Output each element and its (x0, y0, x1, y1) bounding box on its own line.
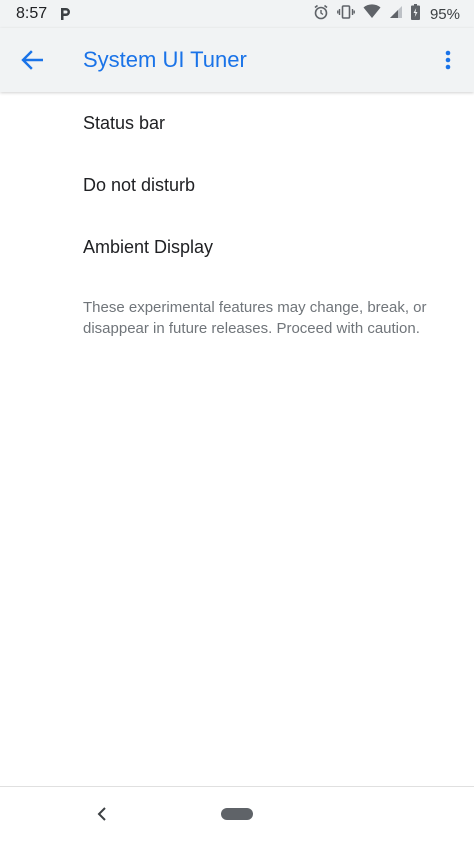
navigation-bar (0, 787, 474, 842)
warning-text: These experimental features may change, … (83, 299, 427, 337)
page-title: System UI Tuner (83, 47, 247, 72)
nav-back-icon (97, 807, 106, 821)
app-bar: System UI Tuner (0, 28, 474, 92)
settings-list: Status bar Do not disturb Ambient Displa… (0, 92, 474, 278)
list-item-status-bar[interactable]: Status bar (0, 92, 474, 154)
signal-icon (389, 5, 403, 24)
vibrate-icon (337, 4, 355, 25)
list-item-label: Status bar (83, 112, 166, 133)
more-vert-icon (445, 50, 451, 70)
list-item-label: Ambient Display (83, 236, 214, 257)
list-item-ambient-display[interactable]: Ambient Display (0, 216, 474, 278)
nav-home-pill[interactable] (221, 808, 253, 820)
wifi-icon (363, 4, 381, 24)
back-button[interactable] (16, 46, 48, 74)
battery-percent: 95% (429, 5, 460, 23)
arrow-back-icon (21, 50, 43, 70)
status-bar: 8:57 95% (0, 0, 474, 28)
parking-p-icon (59, 7, 71, 21)
list-item-label: Do not disturb (83, 174, 196, 195)
more-options-button[interactable] (438, 46, 458, 74)
status-time: 8:57 (16, 5, 48, 22)
nav-back-button[interactable] (92, 803, 112, 825)
list-item-do-not-disturb[interactable]: Do not disturb (0, 154, 474, 216)
alarm-icon (313, 4, 329, 25)
battery-charging-icon (410, 3, 420, 25)
status-icons: 95% (313, 3, 460, 25)
